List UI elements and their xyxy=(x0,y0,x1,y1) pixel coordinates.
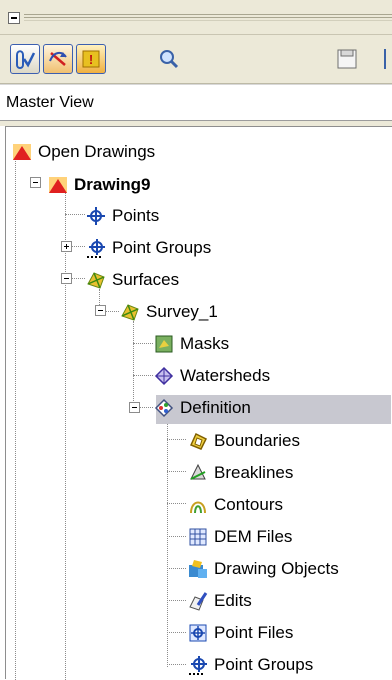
tree-line xyxy=(72,278,85,279)
no-update-button[interactable] xyxy=(43,44,73,74)
tree-line xyxy=(167,632,186,633)
dem-files-icon xyxy=(189,528,207,546)
definition-icon xyxy=(154,398,174,418)
points-icon xyxy=(87,207,105,225)
tree-line xyxy=(167,503,186,504)
tree-line xyxy=(167,439,186,440)
collapse-drawing9-toggle[interactable] xyxy=(30,177,41,188)
collapse-icon[interactable] xyxy=(8,12,20,24)
surface-icon xyxy=(87,272,105,289)
edits-icon xyxy=(189,592,208,611)
tree-line xyxy=(167,568,186,569)
view-selector[interactable]: Master View xyxy=(0,84,392,121)
point-files-icon xyxy=(189,624,207,642)
collapse-surfaces-toggle[interactable] xyxy=(61,273,72,284)
tree-line xyxy=(167,664,186,665)
point-groups-icon xyxy=(189,656,207,675)
masks-icon xyxy=(155,335,173,353)
surface-icon xyxy=(121,304,139,321)
magnify-icon[interactable] xyxy=(158,48,180,70)
collapse-survey-toggle[interactable] xyxy=(95,305,106,316)
point-groups-icon xyxy=(87,239,105,258)
overflow-indicator xyxy=(384,49,386,69)
drawing-icon xyxy=(49,177,67,193)
no-update-icon xyxy=(49,51,67,66)
warning-button[interactable]: ! xyxy=(76,44,106,74)
tree-line xyxy=(167,417,168,667)
expand-point-groups-toggle[interactable] xyxy=(61,241,72,252)
drawing-icon xyxy=(13,144,31,160)
breaklines-icon xyxy=(190,463,206,480)
tree-line xyxy=(139,407,153,408)
save-icon[interactable] xyxy=(336,48,358,70)
tree-line xyxy=(65,214,85,215)
boundaries-icon xyxy=(189,432,208,450)
drawing-objects-icon xyxy=(189,560,207,578)
tree-line xyxy=(15,155,16,680)
contours-icon xyxy=(190,501,206,514)
warning-icon: ! xyxy=(82,50,100,68)
drag-grip-line xyxy=(24,20,392,21)
tree-line xyxy=(133,343,153,344)
tree-line xyxy=(105,311,119,312)
check-drawing-button[interactable] xyxy=(10,44,40,74)
collapse-definition-toggle[interactable] xyxy=(129,402,140,413)
toolbar: ! xyxy=(0,35,392,84)
prospector-tree: Open Drawings Drawing9 Points Point Grou… xyxy=(5,126,392,680)
watersheds-icon xyxy=(154,366,174,386)
tree-line xyxy=(167,471,186,472)
tree-line xyxy=(167,600,186,601)
drag-grip[interactable] xyxy=(24,14,392,18)
view-label: Master View xyxy=(6,94,94,111)
tree-line xyxy=(167,536,186,537)
tree-line xyxy=(65,193,66,680)
panel-titlebar xyxy=(0,0,392,35)
tree-line xyxy=(133,375,153,376)
tree-line xyxy=(133,321,134,407)
check-drawing-icon xyxy=(16,50,36,69)
tree-line xyxy=(72,246,85,247)
svg-text:!: ! xyxy=(89,52,93,67)
